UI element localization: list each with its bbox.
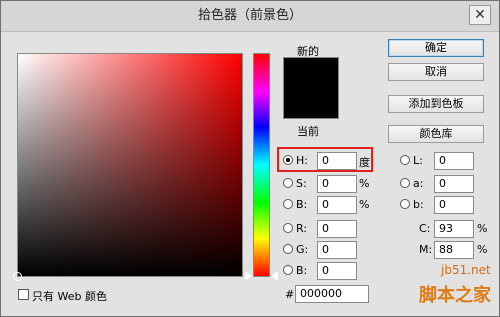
hue-slider-right-arrow-icon[interactable]	[271, 271, 278, 281]
c-label: C:	[419, 222, 431, 235]
window-title: 拾色器（前景色）	[197, 8, 302, 23]
ok-button[interactable]: 确定	[388, 39, 484, 57]
title-bar: 拾色器（前景色）	[1, 1, 499, 32]
b-unit: %	[359, 198, 370, 211]
add-to-swatches-button[interactable]: 添加到色板	[388, 95, 484, 113]
c-input[interactable]: 93	[434, 220, 474, 238]
radio-a[interactable]	[400, 178, 410, 188]
b-label: B:	[296, 198, 308, 211]
g-input[interactable]: 0	[317, 241, 357, 259]
radio-b[interactable]	[283, 199, 293, 209]
m-unit: %	[477, 243, 488, 256]
r-label: R:	[296, 222, 308, 235]
close-icon: ✕	[474, 7, 486, 23]
lab-b-label: b:	[413, 198, 424, 211]
l-label: L:	[413, 154, 423, 167]
web-colors-only-checkbox[interactable]	[18, 289, 29, 300]
color-field[interactable]	[13, 53, 243, 281]
radio-r[interactable]	[283, 223, 293, 233]
hue-slider[interactable]	[253, 53, 270, 277]
radio-s[interactable]	[283, 178, 293, 188]
m-input[interactable]: 88	[434, 241, 474, 259]
b-input[interactable]: 0	[317, 196, 357, 214]
watermark-brand: 脚本之家	[419, 285, 491, 306]
h-unit: 度	[359, 156, 370, 169]
rgb-b-label: B:	[296, 264, 308, 277]
h-label: H:	[296, 154, 308, 167]
hue-slider-left-arrow-icon[interactable]	[245, 271, 252, 281]
radio-g[interactable]	[283, 244, 293, 254]
current-color-label: 当前	[297, 125, 319, 138]
color-libraries-button[interactable]: 颜色库	[388, 125, 484, 143]
m-label: M:	[419, 243, 433, 256]
g-label: G:	[296, 243, 309, 256]
color-preview-swatch	[283, 57, 339, 119]
close-button[interactable]: ✕	[469, 5, 491, 25]
radio-h[interactable]	[283, 155, 293, 165]
lab-b-input[interactable]: 0	[434, 196, 474, 214]
radio-lab-b[interactable]	[400, 199, 410, 209]
s-label: S:	[296, 177, 307, 190]
hex-input[interactable]: 000000	[295, 285, 369, 303]
s-input[interactable]: 0	[317, 175, 357, 193]
hex-label: #	[285, 288, 295, 301]
radio-l[interactable]	[400, 155, 410, 165]
a-input[interactable]: 0	[434, 175, 474, 193]
cancel-button[interactable]: 取消	[388, 63, 484, 81]
c-unit: %	[477, 222, 488, 235]
web-colors-only-label: 只有 Web 颜色	[32, 290, 107, 303]
l-input[interactable]: 0	[434, 152, 474, 170]
radio-rgb-b[interactable]	[283, 265, 293, 275]
color-picker-dialog: 拾色器（前景色） ✕ 新的 当前 确定 取消 添加到色板 颜色库 H: 0 度 …	[0, 0, 500, 317]
a-label: a:	[413, 177, 424, 190]
s-unit: %	[359, 177, 370, 190]
h-input[interactable]: 0	[317, 152, 357, 170]
r-input[interactable]: 0	[317, 220, 357, 238]
watermark-site: jb51.net	[441, 263, 491, 277]
color-field-cursor[interactable]	[13, 272, 22, 281]
rgb-b-input[interactable]: 0	[317, 262, 357, 280]
